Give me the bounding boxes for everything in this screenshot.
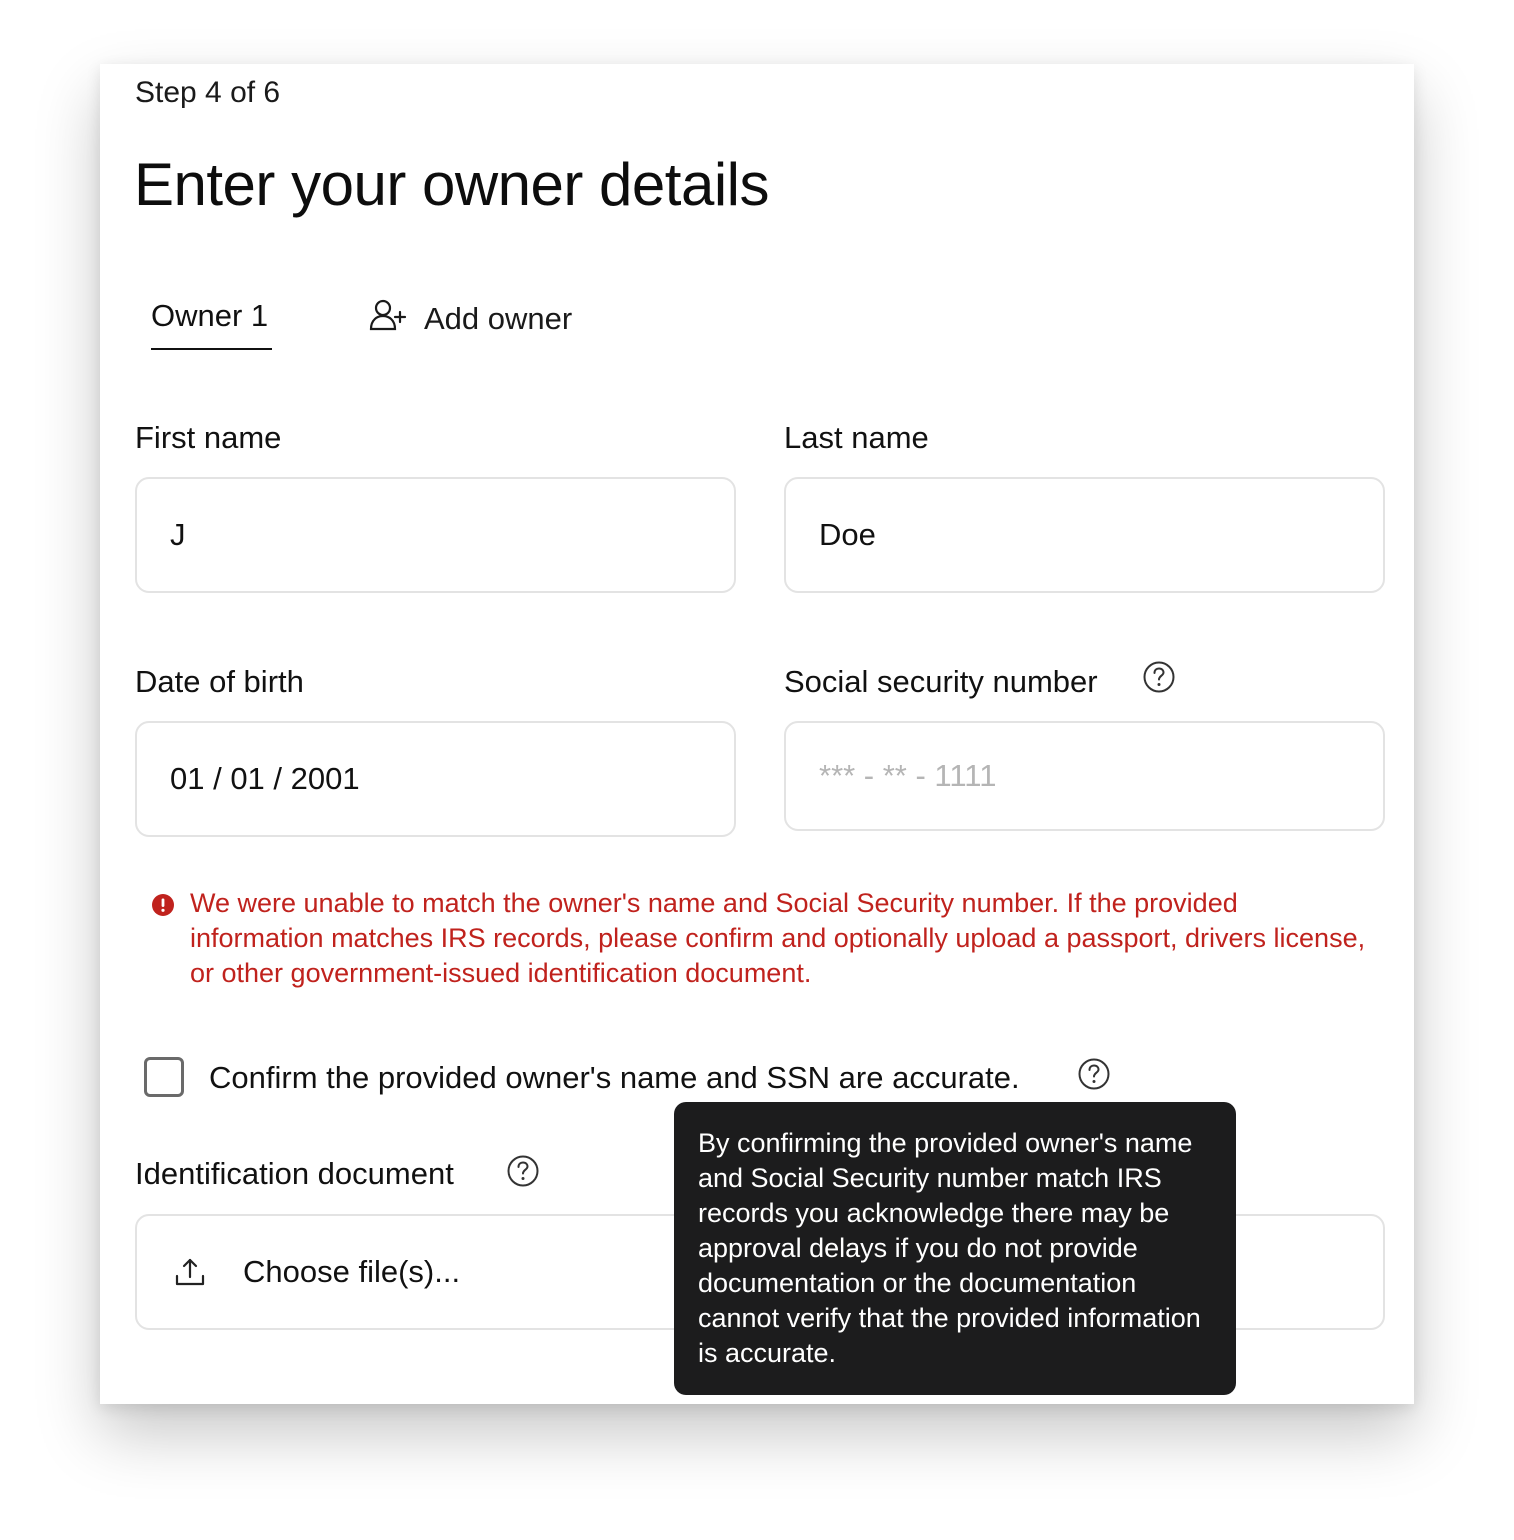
add-owner-label: Add owner <box>424 301 573 336</box>
confirm-checkbox[interactable] <box>144 1057 184 1097</box>
dob-value: 01 / 01 / 2001 <box>170 761 360 796</box>
confirm-tooltip: By confirming the provided owner's name … <box>674 1102 1236 1395</box>
error-message: We were unable to match the owner's name… <box>152 886 1372 991</box>
add-owner-button[interactable]: Add owner <box>368 298 572 340</box>
ssn-value: *** - ** - 1111 <box>819 758 997 793</box>
dob-label: Date of birth <box>135 664 304 699</box>
last-name-field[interactable]: Doe <box>784 477 1385 593</box>
ssn-label: Social security number <box>784 664 1098 699</box>
ssn-field[interactable]: *** - ** - 1111 <box>784 721 1385 831</box>
first-name-value: J <box>170 517 186 552</box>
error-text: We were unable to match the owner's name… <box>190 888 1366 988</box>
tab-active-indicator <box>151 348 272 350</box>
upload-icon <box>175 1258 205 1286</box>
last-name-label: Last name <box>784 420 929 455</box>
error-icon <box>152 894 174 916</box>
owner-details-card: Step 4 of 6 Enter your owner details Own… <box>100 64 1414 1404</box>
step-indicator: Step 4 of 6 <box>135 76 281 109</box>
first-name-label: First name <box>135 420 282 455</box>
tab-owner-1[interactable]: Owner 1 <box>151 298 268 334</box>
choose-files-label: Choose file(s)... <box>243 1254 461 1289</box>
add-user-icon <box>368 298 408 340</box>
dob-field[interactable]: 01 / 01 / 2001 <box>135 721 736 837</box>
confirm-help-icon[interactable] <box>1077 1057 1111 1091</box>
confirm-label: Confirm the provided owner's name and SS… <box>209 1060 1020 1095</box>
page-title: Enter your owner details <box>134 151 770 218</box>
identification-label: Identification document <box>135 1156 454 1191</box>
identification-help-icon[interactable] <box>506 1154 540 1188</box>
ssn-help-icon[interactable] <box>1142 660 1176 694</box>
first-name-field[interactable]: J <box>135 477 736 593</box>
last-name-value: Doe <box>819 517 876 552</box>
